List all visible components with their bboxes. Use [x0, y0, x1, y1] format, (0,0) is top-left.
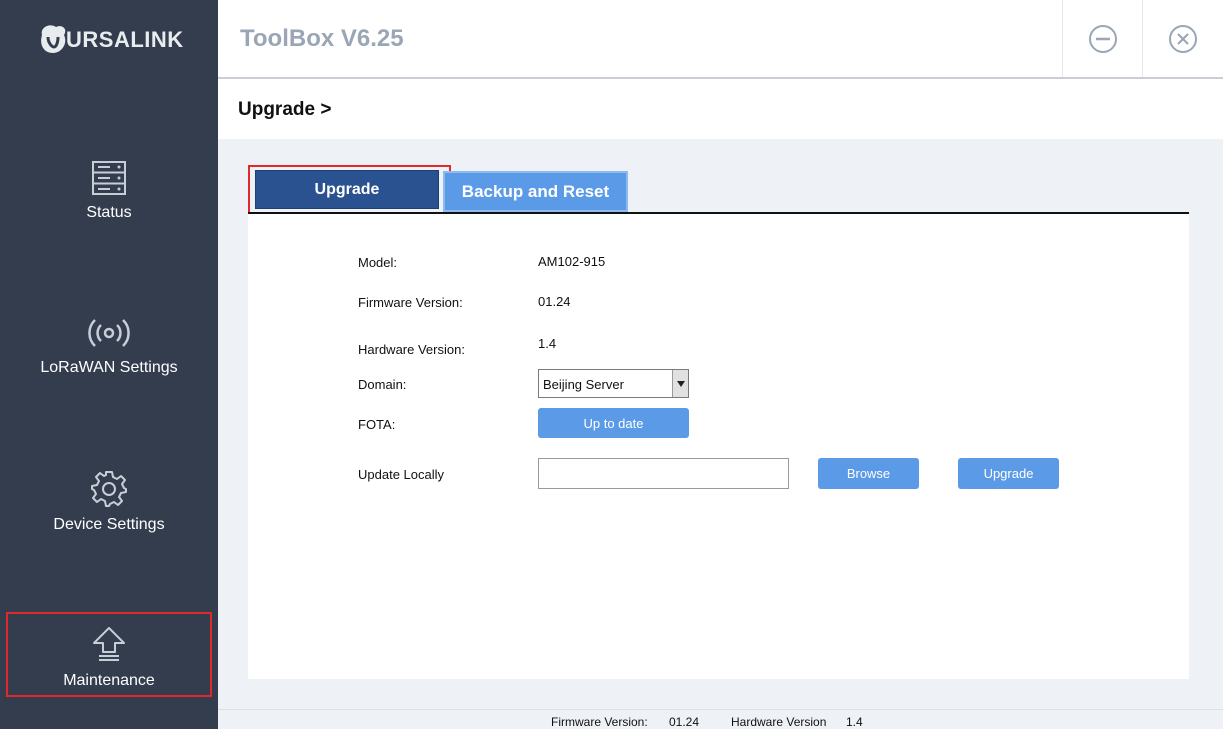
local-file-path-input[interactable] — [538, 458, 789, 489]
sidebar-item-device-settings[interactable]: Device Settings — [0, 470, 218, 534]
close-icon — [1168, 24, 1197, 53]
firmware-version-label: Firmware Version: — [358, 295, 463, 310]
sidebar-item-label: LoRaWAN Settings — [40, 359, 178, 376]
domain-selected-value: Beijing Server — [543, 377, 624, 392]
sidebar-item-label: Maintenance — [63, 672, 155, 689]
sidebar-item-maintenance[interactable]: Maintenance — [6, 612, 212, 697]
hardware-version-value: 1.4 — [538, 336, 557, 351]
logo-text: URSALINK — [66, 27, 184, 52]
breadcrumb: Upgrade > — [238, 99, 332, 120]
tab-upgrade[interactable]: Upgrade — [255, 170, 439, 209]
minimize-icon — [1088, 24, 1117, 53]
server-icon — [92, 161, 126, 195]
browse-button[interactable]: Browse — [818, 458, 919, 489]
upload-arrow-icon — [93, 627, 125, 661]
footer-hardware-label: Hardware Version — [731, 715, 827, 729]
model-label: Model: — [358, 255, 398, 270]
sidebar-item-label: Device Settings — [53, 516, 165, 533]
bear-logo-icon — [41, 25, 66, 53]
sidebar-item-label: Status — [86, 204, 132, 221]
firmware-version-value: 01.24 — [538, 294, 571, 309]
tab-backup-and-reset[interactable]: Backup and Reset — [443, 171, 628, 212]
update-locally-label: Update Locally — [358, 467, 444, 482]
ursalink-logo: URSALINK — [38, 16, 184, 60]
sidebar: URSALINK Status LoRaWAN Settings Device … — [0, 0, 218, 729]
model-value: AM102-915 — [538, 254, 606, 269]
close-button[interactable] — [1142, 0, 1222, 77]
gear-icon — [91, 471, 127, 507]
footer-hardware-value: 1.4 — [846, 715, 863, 729]
sidebar-item-lorawan-settings[interactable]: LoRaWAN Settings — [0, 315, 218, 377]
breadcrumb-bar: Upgrade > — [218, 79, 1223, 139]
title-bar: ToolBox V6.25 — [218, 0, 1223, 79]
upgrade-panel — [248, 214, 1189, 679]
minimize-button[interactable] — [1062, 0, 1142, 77]
hardware-version-label: Hardware Version: — [358, 342, 465, 357]
upgrade-button[interactable]: Upgrade — [958, 458, 1059, 489]
footer-firmware-value: 01.24 — [669, 715, 700, 729]
domain-select[interactable]: Beijing Server — [538, 369, 689, 398]
footer-firmware-label: Firmware Version: — [551, 715, 648, 729]
chevron-down-icon[interactable] — [672, 370, 688, 397]
domain-label: Domain: — [358, 377, 407, 392]
radio-signal-icon — [88, 319, 130, 347]
status-footer: Firmware Version: 01.24 Hardware Version… — [218, 709, 1223, 729]
sidebar-item-status[interactable]: Status — [0, 160, 218, 222]
fota-label: FOTA: — [358, 417, 396, 432]
fota-up-to-date-button[interactable]: Up to date — [538, 408, 689, 438]
app-title: ToolBox V6.25 — [240, 25, 404, 52]
